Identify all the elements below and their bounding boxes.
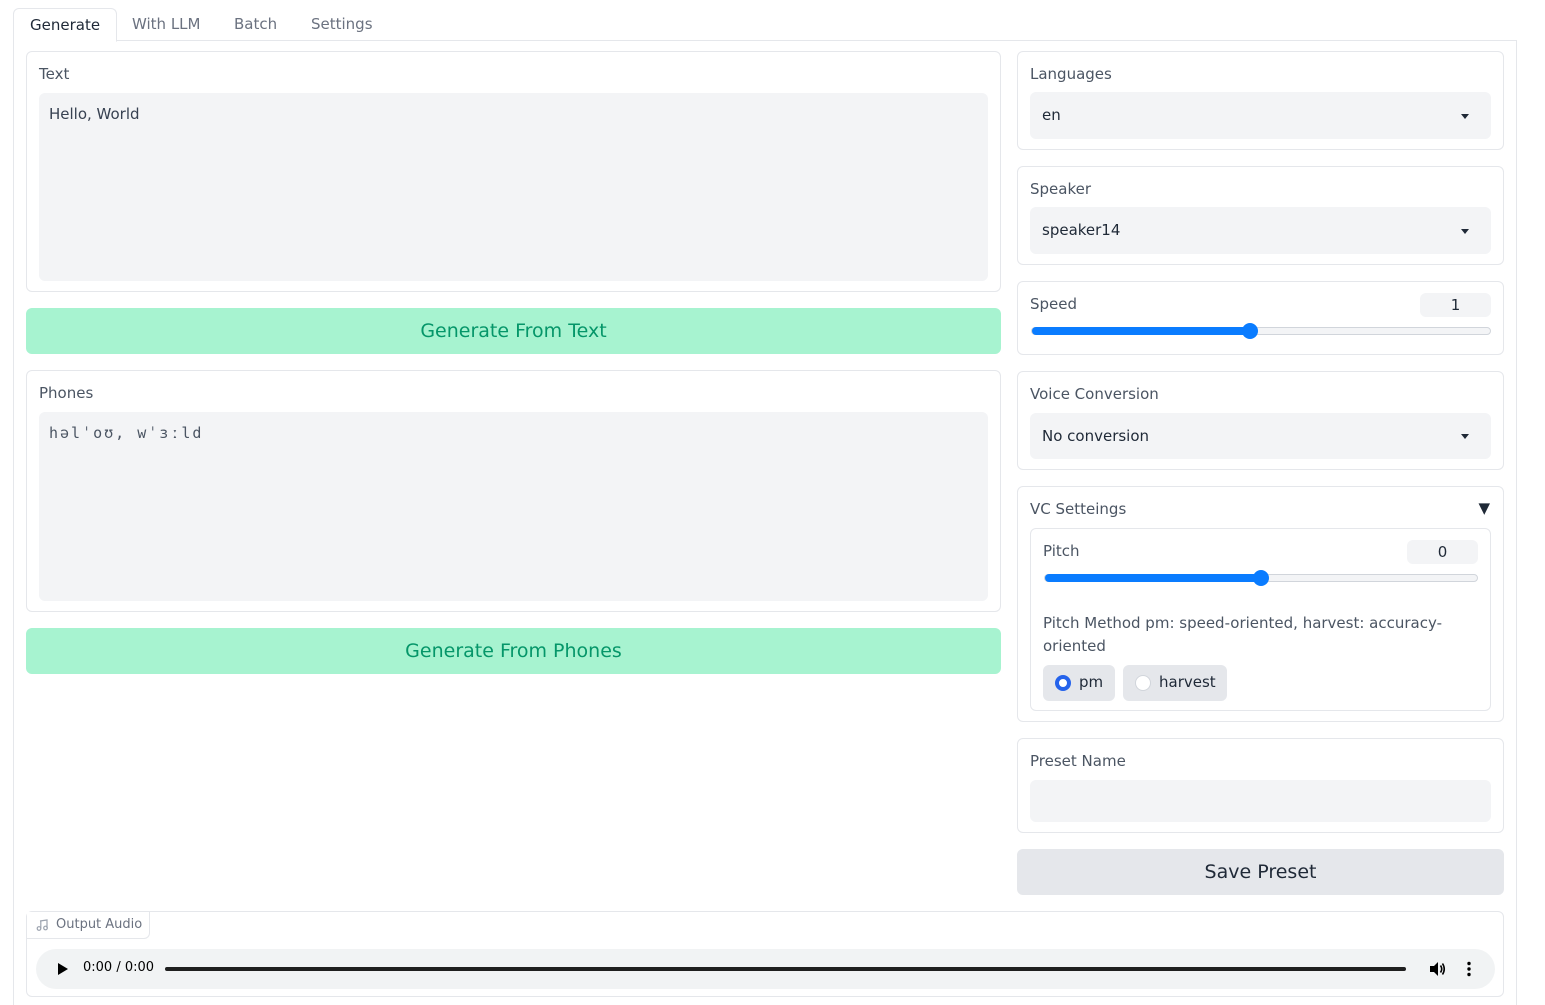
languages-label: Languages bbox=[1030, 65, 1112, 83]
audio-progress-bar[interactable] bbox=[165, 967, 1406, 971]
tab-settings[interactable]: Settings bbox=[311, 8, 373, 41]
music-note-icon bbox=[36, 919, 48, 931]
pitch-group: Pitch 0 Pitch Method pm: speed-oriented,… bbox=[1030, 528, 1491, 711]
preset-name-label: Preset Name bbox=[1030, 752, 1126, 770]
pitch-method-label: Pitch Method pm: speed-oriented, harvest… bbox=[1043, 614, 1443, 655]
radio-harvest-label: harvest bbox=[1159, 673, 1216, 691]
radio-pm[interactable]: pm bbox=[1043, 665, 1115, 701]
output-audio-tag: Output Audio bbox=[27, 912, 150, 939]
tab-generate[interactable]: Generate bbox=[13, 8, 118, 42]
languages-value: en bbox=[1042, 106, 1061, 124]
pitch-number-input[interactable]: 0 bbox=[1407, 540, 1478, 564]
output-audio-label: Output Audio bbox=[56, 917, 143, 932]
generate-from-text-button[interactable]: Generate From Text bbox=[26, 308, 1001, 354]
volume-icon[interactable] bbox=[1428, 960, 1446, 978]
save-preset-button[interactable]: Save Preset bbox=[1017, 849, 1504, 895]
audio-time: 0:00 / 0:00 bbox=[83, 960, 155, 975]
pitch-slider-thumb[interactable] bbox=[1253, 570, 1269, 586]
speaker-panel: Speaker speaker14 bbox=[1017, 166, 1504, 265]
output-audio-panel: Output Audio 0:00 / 0:00 bbox=[26, 911, 1504, 997]
voice-conversion-panel: Voice Conversion No conversion bbox=[1017, 371, 1504, 470]
radio-unselected-icon bbox=[1135, 675, 1151, 691]
tab-with-llm[interactable]: With LLM bbox=[132, 8, 200, 41]
vc-settings-label[interactable]: VC Setteings bbox=[1030, 500, 1126, 518]
radio-selected-icon bbox=[1055, 675, 1071, 691]
languages-panel: Languages en bbox=[1017, 51, 1504, 150]
pitch-slider-fill bbox=[1045, 574, 1261, 582]
more-options-icon[interactable] bbox=[1466, 961, 1472, 977]
preset-name-input[interactable] bbox=[1030, 780, 1491, 822]
generate-from-phones-button[interactable]: Generate From Phones bbox=[26, 628, 1001, 674]
text-label: Text bbox=[39, 65, 70, 83]
audio-player: 0:00 / 0:00 bbox=[36, 949, 1495, 989]
chevron-down-icon bbox=[1461, 434, 1469, 439]
chevron-down-icon bbox=[1461, 113, 1469, 119]
voice-conversion-dropdown[interactable]: No conversion bbox=[1030, 413, 1491, 459]
voice-conversion-label: Voice Conversion bbox=[1030, 385, 1159, 403]
text-panel: Text Hello, World bbox=[26, 51, 1001, 292]
speaker-dropdown[interactable]: speaker14 bbox=[1030, 207, 1491, 254]
speed-label: Speed bbox=[1030, 295, 1078, 313]
speed-slider-thumb[interactable] bbox=[1241, 323, 1258, 339]
speed-number-input[interactable]: 1 bbox=[1420, 293, 1491, 317]
languages-dropdown[interactable]: en bbox=[1030, 92, 1491, 139]
text-input[interactable]: Hello, World bbox=[39, 93, 988, 281]
radio-harvest[interactable]: harvest bbox=[1123, 665, 1227, 701]
speed-slider[interactable] bbox=[1031, 323, 1491, 339]
voice-conversion-value: No conversion bbox=[1042, 427, 1150, 445]
speaker-label: Speaker bbox=[1030, 180, 1092, 198]
speed-slider-fill bbox=[1032, 327, 1250, 335]
tab-batch[interactable]: Batch bbox=[234, 8, 277, 41]
vc-settings-accordion: VC Setteings ▼ Pitch 0 Pitch Method pm: … bbox=[1017, 486, 1504, 722]
phones-label: Phones bbox=[39, 384, 94, 402]
pitch-label: Pitch bbox=[1043, 542, 1080, 560]
phones-panel: Phones həlˈoʊ, wˈɜːld bbox=[26, 370, 1001, 612]
speaker-value: speaker14 bbox=[1042, 221, 1121, 239]
radio-pm-label: pm bbox=[1079, 673, 1104, 691]
pitch-slider[interactable] bbox=[1044, 570, 1478, 586]
tab-bar: Generate With LLM Batch Settings bbox=[13, 8, 1517, 42]
preset-panel: Preset Name bbox=[1017, 738, 1504, 833]
phones-input[interactable]: həlˈoʊ, wˈɜːld bbox=[39, 412, 988, 601]
collapse-toggle-icon[interactable]: ▼ bbox=[1478, 499, 1490, 517]
speed-panel: Speed 1 bbox=[1017, 281, 1504, 355]
chevron-down-icon bbox=[1461, 228, 1469, 234]
play-icon[interactable] bbox=[57, 962, 69, 976]
